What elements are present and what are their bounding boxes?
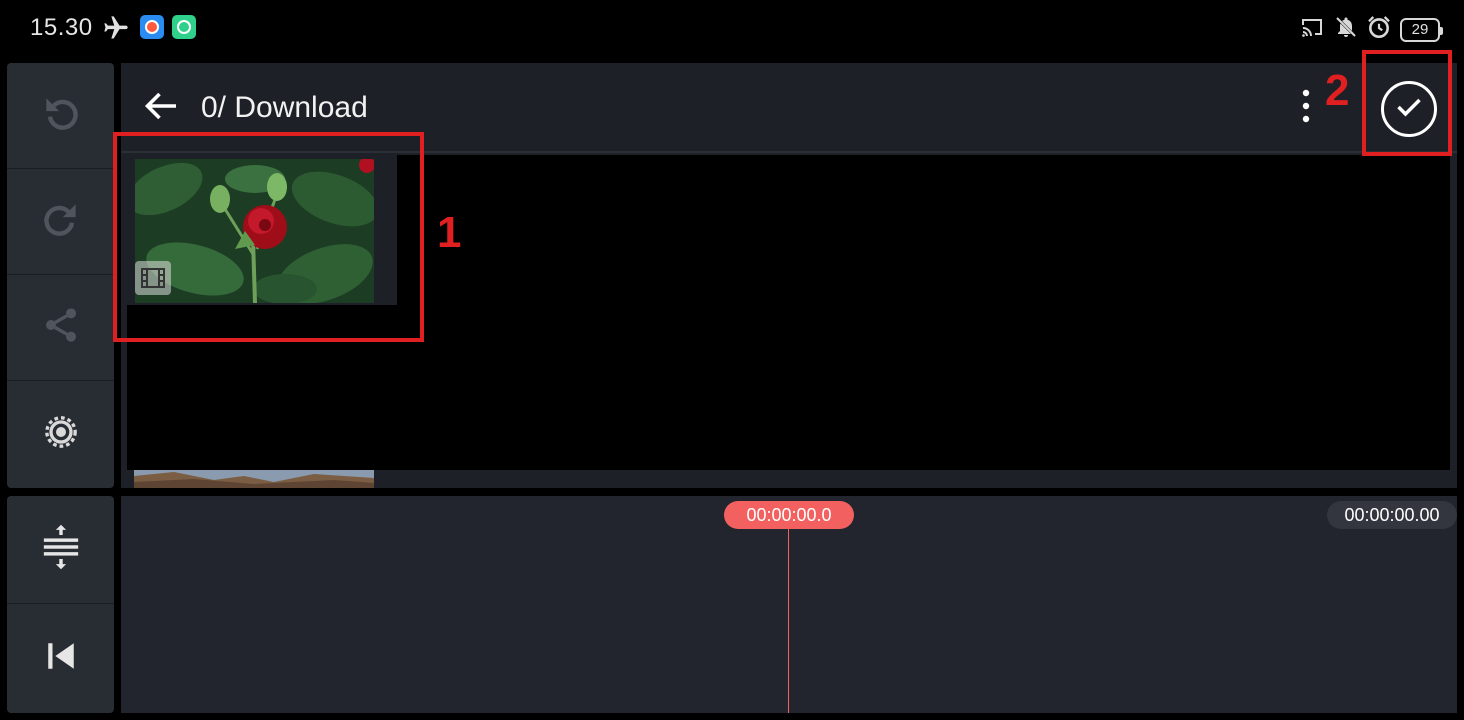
undo-icon [39,91,83,140]
folder-path-title: 0/ Download [201,91,368,124]
track-adjust-icon [40,523,82,576]
left-toolbar-bottom [7,496,114,713]
back-button[interactable] [141,88,181,128]
battery-icon: 29 [1400,17,1443,42]
app-icon-1 [140,15,164,39]
alarm-icon [1366,14,1392,45]
track-adjust-button[interactable] [7,496,114,604]
timeline[interactable]: 00:00:00.0 00:00:00.00 [121,496,1457,713]
arrow-left-icon [143,91,179,126]
skip-to-start-button[interactable] [7,604,114,713]
redo-button[interactable] [7,169,114,275]
notifications-off-icon [1334,14,1358,45]
settings-button[interactable] [7,381,114,487]
settings-icon [41,412,81,457]
annotation-label-2: 2 [1325,66,1350,115]
cast-icon [1298,15,1326,44]
redo-icon [39,197,83,246]
annotation-box-2 [1362,50,1452,156]
share-button[interactable] [7,275,114,381]
undo-button[interactable] [7,63,114,169]
app-icon-2 [172,15,196,39]
skip-to-start-icon [44,639,78,678]
status-time: 15.30 [30,14,93,41]
left-toolbar [7,63,114,488]
playhead-time-badge: 00:00:00.0 [724,501,854,529]
airplane-icon [100,14,132,47]
share-icon [41,305,81,350]
annotation-label-1: 1 [437,208,462,257]
more-vertical-icon [1302,89,1310,128]
more-options-button[interactable] [1291,88,1321,128]
playhead-line[interactable] [788,528,789,713]
total-duration-badge: 00:00:00.00 [1327,501,1457,529]
media-item-next-thumbnail[interactable] [134,470,374,488]
annotation-box-1 [113,132,424,342]
status-bar: 15.30 29 [0,0,1464,56]
